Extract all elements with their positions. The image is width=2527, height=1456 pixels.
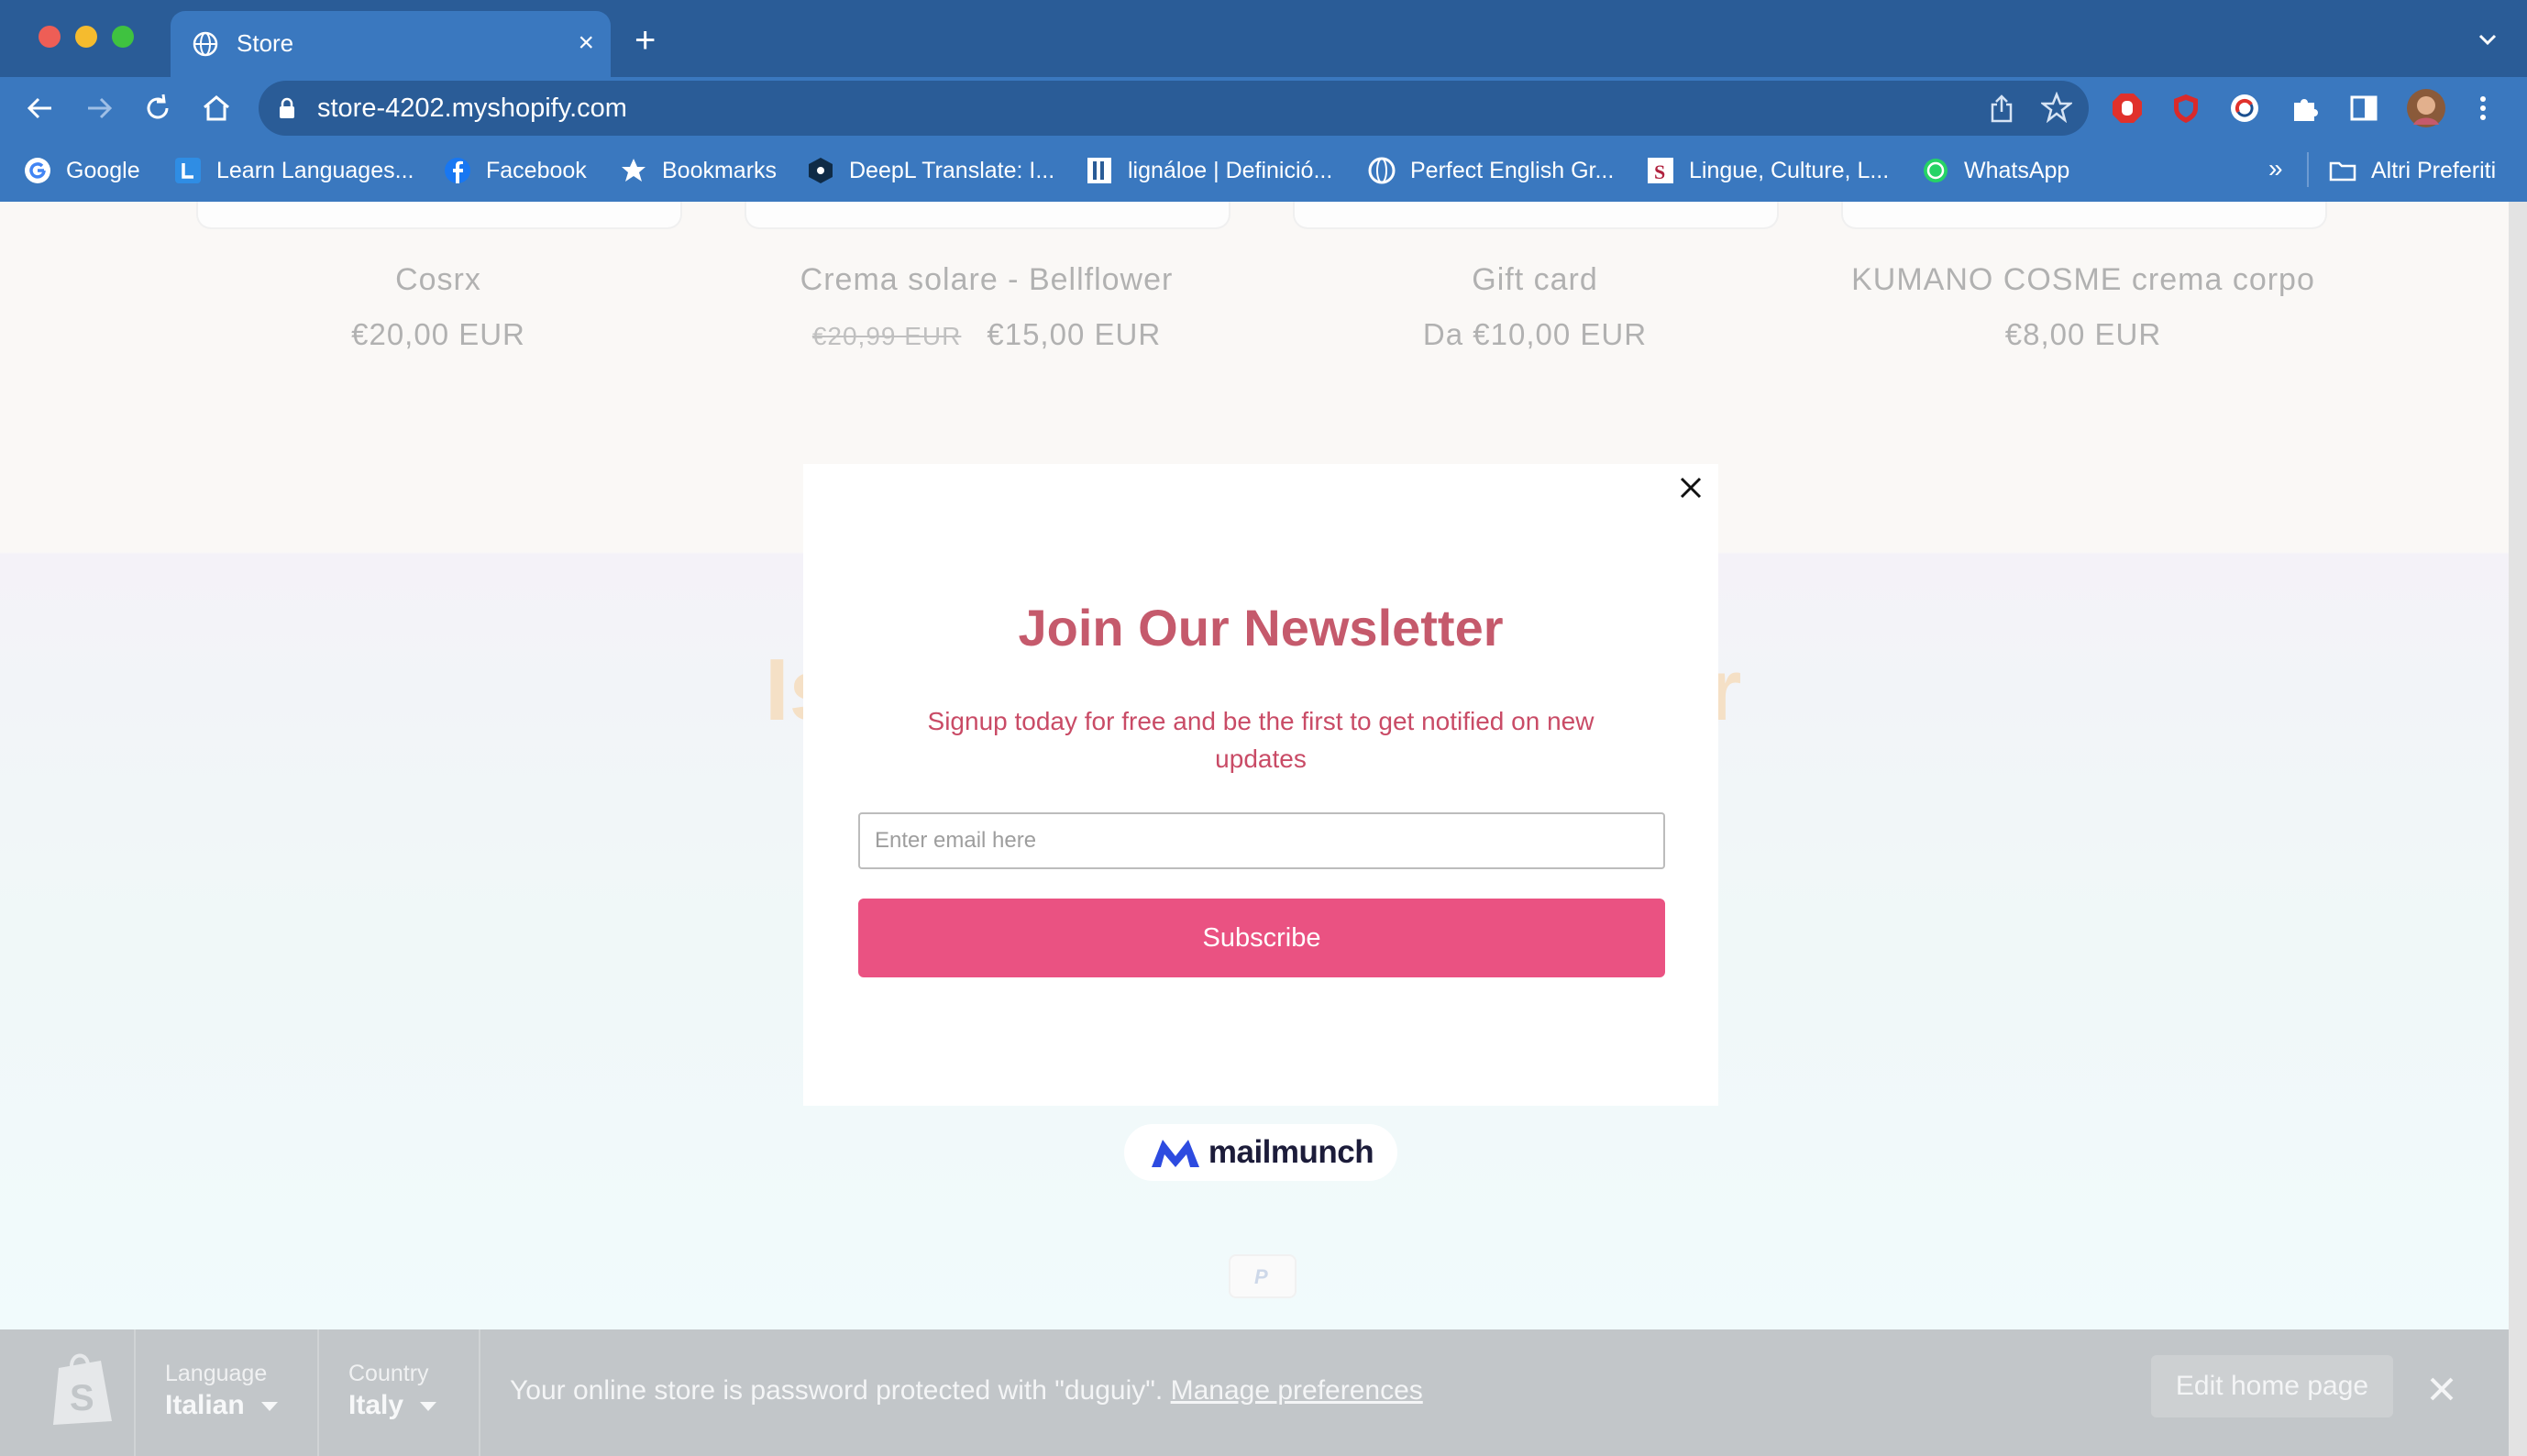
close-icon[interactable] xyxy=(1669,466,1713,510)
newsletter-subtitle: Signup today for free and be the first t… xyxy=(927,707,1595,773)
minimize-window-button[interactable] xyxy=(75,26,97,48)
page-scrollbar[interactable] xyxy=(2509,202,2527,1456)
bar-divider xyxy=(479,1329,480,1456)
bookmark-lingue-culture[interactable]: S Lingue, Culture, L... xyxy=(1647,152,1889,189)
new-tab-button[interactable]: + xyxy=(635,22,656,59)
shield-extension-icon[interactable] xyxy=(2169,92,2202,125)
svg-text:S: S xyxy=(70,1378,94,1418)
caret-down-icon xyxy=(260,1402,278,1412)
adblock-extension-icon[interactable] xyxy=(2111,92,2144,125)
country-label: Country xyxy=(348,1361,429,1386)
bookmark-whatsapp[interactable]: WhatsApp xyxy=(1922,152,2069,189)
browser-menu-icon[interactable] xyxy=(2466,92,2499,125)
tab-strip: Store × + xyxy=(0,0,2527,77)
url-text: store-4202.myshopify.com xyxy=(317,94,627,123)
bar-divider xyxy=(134,1329,136,1456)
bookmark-label: Learn Languages... xyxy=(216,157,414,183)
tab-title: Store xyxy=(237,29,294,57)
bookmark-deepl[interactable]: DeepL Translate: I... xyxy=(807,152,1054,189)
country-value-text: Italy xyxy=(348,1390,404,1420)
deepl-icon xyxy=(809,158,833,183)
tab-store[interactable]: Store × xyxy=(171,11,611,77)
mailmunch-badge[interactable]: mailmunch xyxy=(1124,1124,1397,1181)
language-label: Language xyxy=(165,1361,268,1386)
caret-down-icon xyxy=(420,1402,437,1412)
newsletter-popup: Join Our Newsletter Signup today for fre… xyxy=(803,464,1718,1106)
password-message-text: Your online store is password protected … xyxy=(510,1375,1164,1406)
close-icon[interactable] xyxy=(2426,1373,2457,1405)
shopify-bag-icon: S xyxy=(53,1353,112,1425)
lock-icon xyxy=(280,97,294,118)
grammar-extension-icon[interactable] xyxy=(2228,92,2261,125)
bookmark-label: Perfect English Gr... xyxy=(1410,157,1615,183)
rae-icon xyxy=(1087,158,1111,183)
manage-preferences-link[interactable]: Manage preferences xyxy=(1171,1375,1423,1406)
folder-icon xyxy=(2329,161,2356,182)
bookmarks-bar: Google Learn Languages... Facebook Bookm… xyxy=(0,139,2527,202)
maximize-window-button[interactable] xyxy=(112,26,134,48)
country-value[interactable]: Italy xyxy=(348,1390,437,1421)
star-icon xyxy=(622,159,646,182)
close-window-button[interactable] xyxy=(39,26,61,48)
password-message: Your online store is password protected … xyxy=(510,1375,1423,1406)
bookmark-learn-languages[interactable]: Learn Languages... xyxy=(174,152,414,189)
bar-divider xyxy=(317,1329,319,1456)
email-input[interactable] xyxy=(858,812,1665,869)
edit-home-page-button[interactable]: Edit home page xyxy=(2151,1355,2393,1417)
bookmark-google[interactable]: Google xyxy=(24,152,140,189)
profile-avatar[interactable] xyxy=(2406,88,2446,128)
language-value-text: Italian xyxy=(165,1390,245,1420)
bookmark-bookmarks[interactable]: Bookmarks xyxy=(620,152,777,189)
bookmark-facebook[interactable]: Facebook xyxy=(444,152,587,189)
reload-icon[interactable] xyxy=(141,92,174,125)
bookmark-label: Facebook xyxy=(486,157,587,183)
extensions-puzzle-icon[interactable] xyxy=(2289,92,2322,125)
bookmark-star-icon[interactable] xyxy=(2041,92,2072,123)
newsletter-title: Join Our Newsletter xyxy=(1018,599,1504,656)
bookmark-label: DeepL Translate: I... xyxy=(849,157,1055,183)
share-icon[interactable] xyxy=(1988,94,2015,123)
unibo-icon: S xyxy=(1648,158,1673,183)
chevron-down-icon[interactable] xyxy=(2476,28,2499,51)
whatsapp-icon xyxy=(1924,159,1948,182)
globe-icon xyxy=(193,31,218,57)
mailmunch-logo-icon xyxy=(1151,1140,1199,1167)
google-icon xyxy=(25,158,50,183)
shopify-preview-bar: S Language Italian Country Italy Your on… xyxy=(0,1329,2509,1456)
language-value[interactable]: Italian xyxy=(165,1390,278,1421)
bookmark-perfect-english[interactable]: Perfect English Gr... xyxy=(1368,152,1614,189)
browser-chrome: Store × + store-4202.myshopify.com Googl… xyxy=(0,0,2527,202)
bookmark-label: Altri Preferiti xyxy=(2371,157,2497,183)
close-tab-icon[interactable]: × xyxy=(578,28,594,59)
bookmark-label: Google xyxy=(66,157,140,183)
home-icon[interactable] xyxy=(200,92,233,125)
bookmark-label: lignáloe | Definició... xyxy=(1128,157,1333,183)
address-bar[interactable]: store-4202.myshopify.com xyxy=(259,81,2089,136)
svg-text:S: S xyxy=(1654,160,1665,183)
back-arrow-icon[interactable] xyxy=(24,92,57,125)
side-panel-icon[interactable] xyxy=(2347,92,2380,125)
bookmark-label: Bookmarks xyxy=(662,157,778,183)
subscribe-button[interactable]: Subscribe xyxy=(858,899,1665,977)
bookmark-rae[interactable]: lignáloe | Definició... xyxy=(1086,152,1332,189)
forward-arrow-icon[interactable] xyxy=(83,92,116,125)
facebook-icon xyxy=(445,158,470,183)
mailmunch-text: mailmunch xyxy=(1208,1134,1374,1170)
bookmarks-divider xyxy=(2307,152,2309,187)
globe-icon xyxy=(1368,157,1396,184)
bookmarks-overflow-button[interactable]: » xyxy=(2268,154,2283,183)
bookmark-label: WhatsApp xyxy=(1964,157,2070,183)
bookmark-label: Lingue, Culture, L... xyxy=(1689,157,1890,183)
learn-languages-icon xyxy=(175,158,201,183)
bookmark-other-folder[interactable]: Altri Preferiti xyxy=(2329,152,2496,189)
